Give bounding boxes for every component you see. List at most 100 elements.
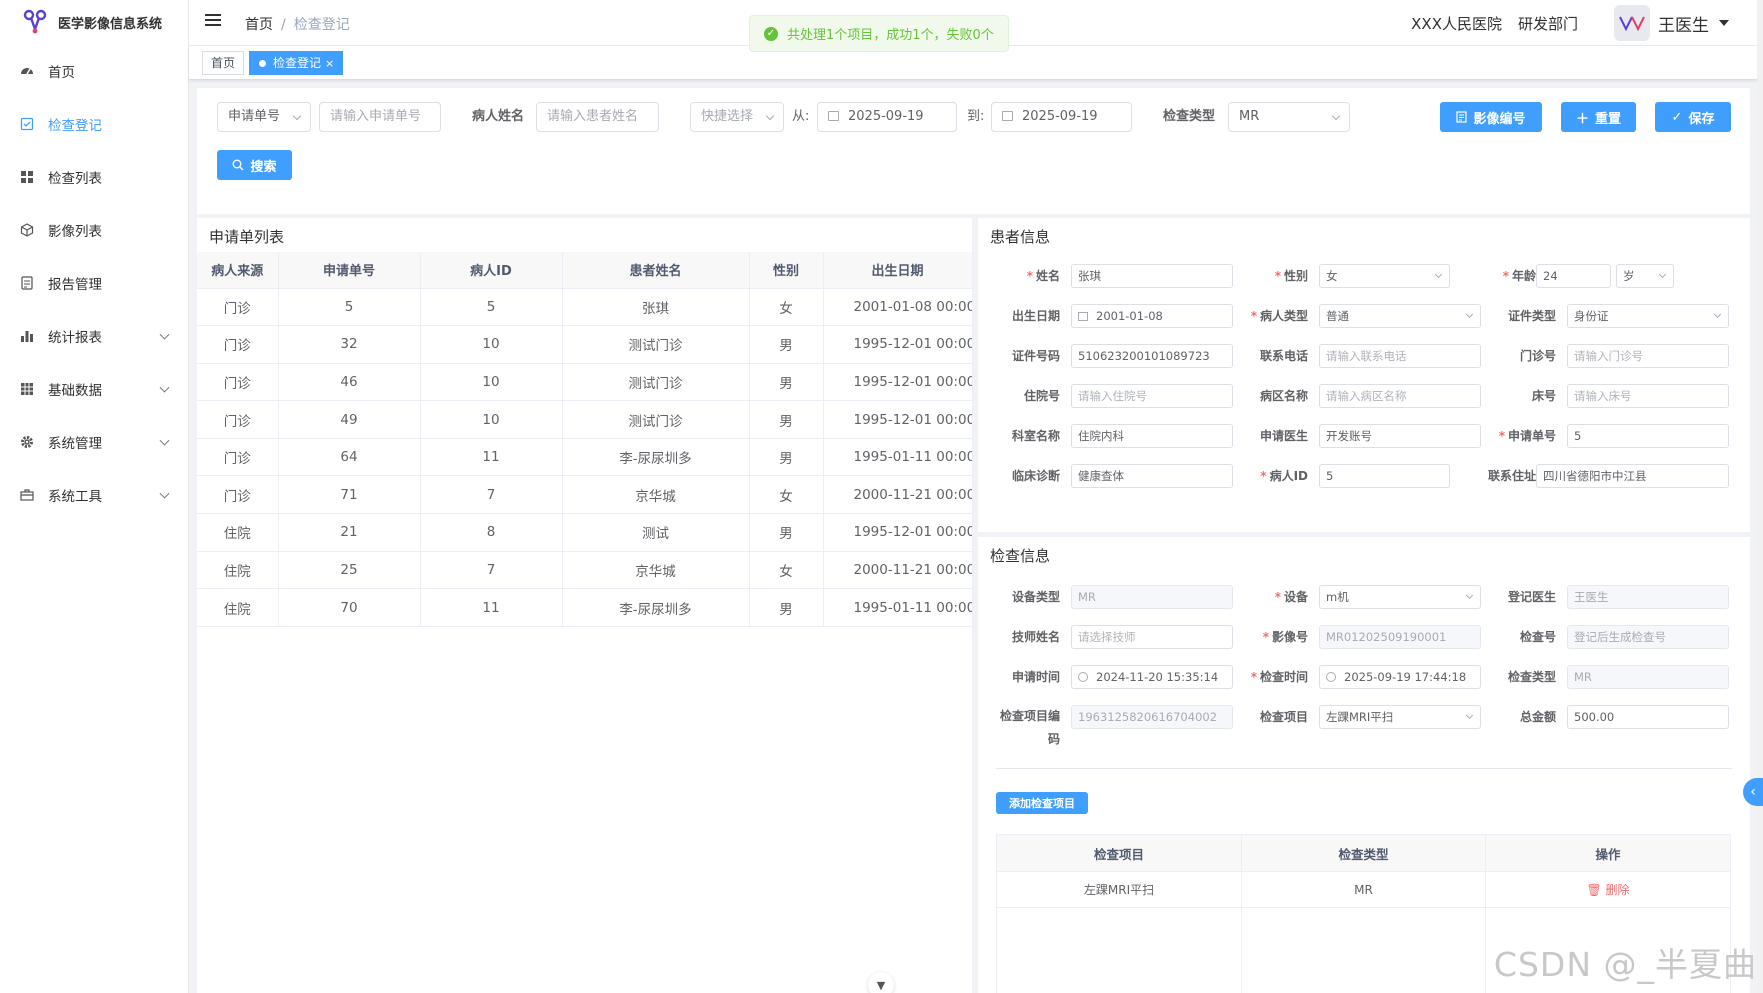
tag-home[interactable]: 首页: [202, 51, 245, 75]
table-cell: 49: [278, 400, 421, 439]
age-input[interactable]: 24: [1536, 264, 1611, 288]
tag-current-label: 检查登记: [273, 56, 322, 70]
table-row[interactable]: 门诊4910测试门诊男1995-12-01 00:00:00: [197, 400, 973, 439]
ward-input[interactable]: 请输入病区名称: [1319, 384, 1481, 408]
exam-no-input: 登记后生成检查号: [1567, 625, 1729, 649]
apply-doctor-input[interactable]: 开发账号: [1319, 424, 1481, 448]
inpatient-no-input[interactable]: 请输入住院号: [1071, 384, 1233, 408]
table-cell: 1995-12-01 00:00:00: [823, 513, 973, 552]
exam-item-select[interactable]: 左踝MRI平扫: [1319, 705, 1481, 729]
table-cell: 1995-12-01 00:00:00: [823, 325, 973, 364]
table-row[interactable]: 住院218测试男1995-12-01 00:00:00: [197, 513, 973, 552]
sidebar-item-tools[interactable]: 系统工具: [0, 468, 188, 521]
patient-info-title: 患者信息: [990, 228, 1051, 246]
table-cell: 11: [420, 588, 563, 627]
apply-time-input[interactable]: 2024-11-20 15:35:14: [1071, 665, 1233, 689]
calendar-icon: [1078, 312, 1088, 321]
inpatient-no-label: 住院号: [1023, 389, 1060, 403]
clinic-no-input[interactable]: 请输入门诊号: [1567, 344, 1729, 368]
address-input[interactable]: 四川省德阳市中江县: [1536, 464, 1729, 488]
reg-doctor-label: 登记医生: [1507, 590, 1556, 604]
collapse-panel-button[interactable]: ‹: [1743, 778, 1763, 806]
age-unit-select[interactable]: 岁: [1616, 264, 1674, 288]
breadcrumb-home[interactable]: 首页: [245, 17, 273, 33]
col-exam-type: 检查类型: [1241, 834, 1486, 872]
tag-current[interactable]: 检查登记 ×: [249, 51, 344, 75]
col-header: 申请单号: [278, 252, 421, 289]
table-row[interactable]: 住院257京华城女2000-11-21 00:00:00: [197, 551, 973, 590]
menu-toggle-icon[interactable]: [205, 14, 221, 27]
patient-name-label: 病人姓名: [472, 109, 525, 124]
table-row[interactable]: 门诊4610测试门诊男1995-12-01 00:00:00: [197, 363, 973, 402]
table-cell: 25: [278, 551, 421, 590]
search-button[interactable]: 搜索: [217, 150, 292, 180]
birth-date-input[interactable]: 2001-01-08: [1071, 304, 1233, 328]
dept-label: 科室名称: [1011, 429, 1060, 443]
plus-icon: ＋: [1575, 111, 1589, 127]
delete-button[interactable]: 🗑︎ 删除: [1586, 883, 1629, 897]
patient-type-select[interactable]: 普通: [1319, 304, 1481, 328]
apply-no-field[interactable]: 5: [1567, 424, 1729, 448]
sidebar-item-image-list[interactable]: 影像列表: [0, 203, 188, 256]
to-date-input[interactable]: 2025-09-19: [991, 102, 1132, 132]
exam-type-select[interactable]: MR: [1228, 102, 1350, 132]
device-select[interactable]: m机: [1319, 585, 1481, 609]
table-row[interactable]: 门诊55张琪女2001-01-08 00:00:00: [197, 288, 973, 327]
gender-select[interactable]: 女: [1319, 264, 1450, 288]
diagnosis-input[interactable]: 健康查体: [1071, 464, 1233, 488]
patient-name-input[interactable]: 请输入患者姓名: [536, 102, 659, 132]
quick-select[interactable]: 快捷选择: [690, 102, 784, 132]
department-name: 研发部门: [1517, 14, 1578, 33]
search-icon: [232, 159, 244, 171]
table-cell: 21: [278, 513, 421, 552]
diagnosis-label: 临床诊断: [1011, 469, 1060, 483]
search-type-select[interactable]: 申请单号: [217, 102, 311, 132]
phone-input[interactable]: 请输入联系电话: [1319, 344, 1481, 368]
chevron-down-icon: [292, 111, 302, 121]
image-no-button[interactable]: 影像编号: [1440, 102, 1542, 132]
page-scrollbar[interactable]: [1757, 0, 1763, 993]
total-input[interactable]: 500.00: [1567, 705, 1729, 729]
user-name[interactable]: 王医生: [1658, 11, 1709, 36]
avatar[interactable]: [1614, 5, 1650, 41]
add-exam-item-button[interactable]: 添加检查项目: [996, 792, 1088, 814]
success-toast: ✓ 共处理1个项目，成功1个，失败0个: [749, 15, 1009, 52]
table-row[interactable]: 门诊717京华城女2000-11-21 00:00:00: [197, 475, 973, 515]
table-row[interactable]: 住院7011李-尿尿圳多男1995-01-11 00:00:00: [197, 588, 973, 627]
sidebar-item-base-data[interactable]: 基础数据: [0, 362, 188, 415]
table-row[interactable]: 门诊6411李-尿尿圳多男1995-01-11 00:00:00: [197, 438, 973, 477]
save-button[interactable]: ✓ 保存: [1655, 102, 1731, 132]
item-code-input: 1963125820616704002: [1071, 705, 1233, 729]
apply-no-input[interactable]: 请输入申请单号: [319, 102, 441, 132]
table-cell: 女: [749, 475, 824, 515]
search-label: 搜索: [250, 159, 277, 175]
sidebar-item-stats[interactable]: 统计报表: [0, 309, 188, 362]
exam-time-input[interactable]: 2025-09-19 17:44:18: [1319, 665, 1481, 689]
sidebar-item-label: 报告管理: [48, 276, 102, 293]
sidebar-item-home[interactable]: 首页: [0, 44, 188, 97]
close-icon[interactable]: ×: [325, 57, 334, 70]
name-input[interactable]: 张琪: [1071, 264, 1233, 288]
scroll-down-icon[interactable]: ▼: [868, 972, 894, 993]
from-date-input[interactable]: 2025-09-19: [817, 102, 957, 132]
technician-select[interactable]: 请选择技师: [1071, 625, 1233, 649]
sidebar-item-exam-list[interactable]: 检查列表: [0, 150, 188, 203]
app-logo[interactable]: 医学影像信息系统: [0, 0, 188, 44]
sidebar-item-system[interactable]: 系统管理: [0, 415, 188, 468]
table-cell: 10: [420, 363, 563, 402]
apply-list-title: 申请单列表: [209, 228, 285, 246]
table-row[interactable]: 门诊3210测试门诊男1995-12-01 00:00:00: [197, 325, 973, 364]
table-cell: 7: [420, 551, 563, 590]
caret-down-icon[interactable]: [1719, 20, 1729, 26]
clock-icon: [1326, 672, 1336, 682]
bed-input[interactable]: 请输入床号: [1567, 384, 1729, 408]
patient-id-input[interactable]: 5: [1319, 464, 1450, 488]
table-cell: 门诊: [197, 475, 279, 515]
sidebar-item-register[interactable]: 检查登记: [0, 97, 188, 150]
check-icon: ✓: [1671, 109, 1683, 125]
reset-button[interactable]: ＋ 重置: [1561, 102, 1636, 132]
dept-input[interactable]: 住院内科: [1071, 424, 1233, 448]
sidebar-item-report[interactable]: 报告管理: [0, 256, 188, 309]
id-no-input[interactable]: 510623200101089723: [1071, 344, 1233, 368]
id-type-select[interactable]: 身份证: [1567, 304, 1729, 328]
